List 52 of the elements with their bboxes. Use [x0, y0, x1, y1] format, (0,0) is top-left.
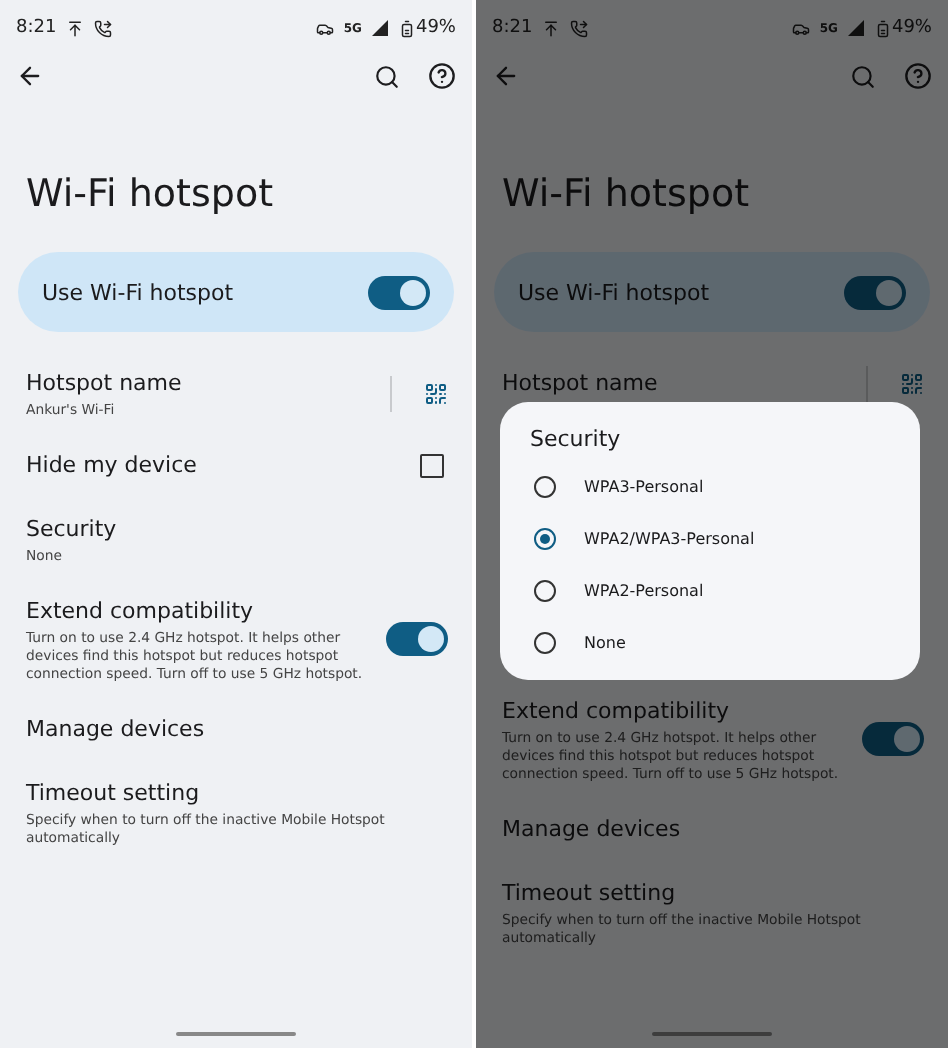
- status-time: 8:21: [492, 18, 533, 38]
- row-title: Extend compatibility: [502, 696, 732, 728]
- main-switch-label: Use Wi-Fi hotspot: [42, 279, 236, 305]
- option-label[interactable]: WPA3-Personal: [584, 477, 704, 495]
- page-title: Wi-Fi hotspot: [26, 170, 276, 220]
- upload-icon: [542, 19, 561, 37]
- back-button[interactable]: [16, 62, 44, 90]
- row-title: Extend compatibility: [26, 596, 256, 628]
- row-title: Manage devices: [26, 714, 207, 746]
- row-title: Hide my device: [26, 450, 199, 482]
- radio-button[interactable]: [534, 475, 556, 497]
- toggle-switch[interactable]: [368, 275, 430, 309]
- toggle-switch[interactable]: [386, 622, 448, 656]
- settings-row[interactable]: Manage devices: [0, 698, 472, 762]
- car-icon: [315, 19, 334, 37]
- option-label[interactable]: WPA2/WPA3-Personal: [584, 529, 755, 547]
- row-title: Manage devices: [502, 814, 683, 846]
- option-label[interactable]: None: [584, 633, 626, 651]
- dialog-title: Security: [528, 426, 623, 452]
- battery-level: 49%: [891, 18, 932, 38]
- row-title: Hotspot name: [26, 368, 184, 400]
- toggle-switch[interactable]: [844, 275, 906, 309]
- main-switch-label: Use Wi-Fi hotspot: [518, 279, 712, 305]
- signal-icon: [847, 20, 864, 36]
- row-title: Hotspot name: [502, 368, 660, 400]
- battery-icon: [397, 19, 416, 37]
- phone-icon: [570, 19, 589, 37]
- settings-row[interactable]: Hide my device: [0, 434, 472, 498]
- search-button[interactable]: [374, 63, 400, 89]
- row-title: Security: [26, 514, 119, 546]
- battery-icon: [873, 19, 892, 37]
- radio-button[interactable]: [534, 631, 556, 653]
- help-button[interactable]: [428, 62, 456, 90]
- checkbox[interactable]: [420, 454, 444, 478]
- option-label[interactable]: WPA2-Personal: [584, 581, 704, 599]
- toggle-switch[interactable]: [862, 722, 924, 756]
- battery-level: 49%: [415, 18, 456, 38]
- page-title: Wi-Fi hotspot: [502, 170, 752, 220]
- qr-code-icon[interactable]: [424, 381, 448, 405]
- radio-button[interactable]: [534, 579, 556, 601]
- qr-code-icon[interactable]: [900, 372, 924, 396]
- status-time: 8:21: [16, 18, 57, 38]
- row-title: Timeout setting: [502, 878, 678, 910]
- signal-icon: [371, 20, 388, 36]
- settings-row[interactable]: Hotspot name: [476, 352, 948, 416]
- car-icon: [791, 19, 810, 37]
- upload-icon: [66, 19, 85, 37]
- row-title: Timeout setting: [26, 778, 202, 810]
- main-switch-card[interactable]: Use Wi-Fi hotspot: [18, 252, 454, 332]
- radio-button[interactable]: [534, 527, 556, 549]
- settings-row[interactable]: Manage devices: [476, 798, 948, 862]
- phone-icon: [94, 19, 113, 37]
